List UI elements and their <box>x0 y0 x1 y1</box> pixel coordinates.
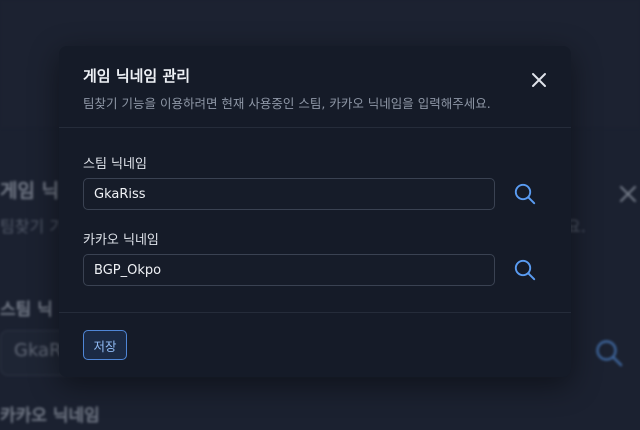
background-description-start: 팀찾기 기 <box>0 217 64 236</box>
nickname-modal: 게임 닉네임 관리 팀찾기 기능을 이용하려면 현재 사용중인 스팀, 카카오 … <box>59 46 571 377</box>
background-close-icon <box>619 185 637 203</box>
steam-nickname-input[interactable] <box>83 178 495 210</box>
steam-search-icon[interactable] <box>513 182 537 206</box>
background-kakao-label: 카카오 닉네임 <box>0 406 100 426</box>
close-icon[interactable] <box>527 68 551 92</box>
background-steam-value: GkaR <box>14 340 62 361</box>
background-title: 게임 닉 <box>0 180 60 202</box>
save-button[interactable]: 저장 <box>83 330 127 360</box>
kakao-nickname-input[interactable] <box>83 254 495 286</box>
steam-nickname-label: 스팀 닉네임 <box>83 157 147 172</box>
background-search-icon <box>596 340 623 367</box>
kakao-search-icon[interactable] <box>513 258 537 282</box>
modal-description: 팀찾기 기능을 이용하려면 현재 사용중인 스팀, 카카오 닉네임을 입력해주세… <box>83 96 491 111</box>
background-description: 팀찾기 기 요. <box>0 213 586 237</box>
background-steam-label: 스팀 닉 <box>0 300 53 320</box>
kakao-nickname-label: 카카오 닉네임 <box>83 233 159 248</box>
modal-header: 게임 닉네임 관리 팀찾기 기능을 이용하려면 현재 사용중인 스팀, 카카오 … <box>59 46 571 128</box>
modal-title: 게임 닉네임 관리 <box>83 67 191 85</box>
modal-footer: 저장 <box>59 312 571 378</box>
